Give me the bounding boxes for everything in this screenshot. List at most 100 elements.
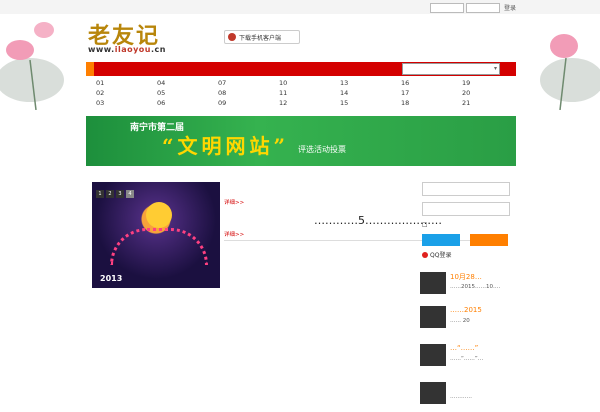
thumb-image[interactable] — [420, 344, 446, 366]
menu-item-number: 05 — [157, 89, 166, 97]
list-item[interactable] — [224, 242, 324, 253]
list-item[interactable] — [224, 264, 324, 275]
nav-bar: ▾ — [86, 62, 516, 76]
thumb-title[interactable]: …“……” — [450, 344, 478, 352]
menu-item[interactable]: 21 — [462, 99, 472, 107]
menu-item[interactable]: 11 — [279, 89, 289, 97]
image-slider[interactable]: 2013 1234 — [92, 182, 220, 288]
site-logo[interactable]: 老友记 www.ilaoyou.cn — [88, 18, 168, 58]
list-item[interactable] — [90, 361, 220, 372]
menu-item-number: 06 — [157, 99, 166, 107]
menu-item[interactable]: 07 — [218, 79, 228, 87]
list-item[interactable] — [224, 286, 324, 297]
menu-item-number: 04 — [157, 79, 166, 87]
lotus-decoration-left — [0, 22, 64, 110]
menu-item[interactable]: 03 — [96, 99, 106, 107]
list-item[interactable] — [90, 350, 220, 361]
menu-item[interactable]: 13 — [340, 79, 350, 87]
menu-item-number: 21 — [462, 99, 471, 107]
password-input[interactable] — [466, 3, 500, 13]
list-item[interactable] — [90, 372, 220, 383]
list-item[interactable] — [224, 308, 324, 319]
menu-item[interactable]: 10 — [279, 79, 289, 87]
menu-item[interactable]: 19 — [462, 79, 472, 87]
right-username-input[interactable] — [422, 182, 510, 196]
promo-banner[interactable]: 南宁市第二届 “文明网站” 评选活动投票 — [86, 116, 516, 166]
list-item[interactable] — [224, 319, 324, 330]
list-item[interactable] — [224, 330, 324, 341]
menu-item[interactable]: 15 — [340, 99, 350, 107]
menu-item[interactable]: 17 — [401, 89, 411, 97]
slider-page-button[interactable]: 1 — [96, 190, 104, 198]
thumb-news-item[interactable]: …“……” ……“……”… — [420, 344, 600, 374]
thumb-news-item[interactable]: ………… — [420, 382, 600, 412]
slider-page-button[interactable]: 2 — [106, 190, 114, 198]
slider-page-button[interactable]: 3 — [116, 190, 124, 198]
register-button[interactable] — [470, 234, 508, 246]
slider-year: 2013 — [100, 274, 123, 283]
lantern-image — [146, 202, 172, 228]
remember-checkbox[interactable]: ☐ — [422, 222, 427, 229]
thumb-image[interactable] — [420, 382, 446, 404]
menu-item-number: 14 — [340, 89, 349, 97]
news-top-more-link[interactable]: 详细>> — [224, 200, 244, 206]
qq-icon — [422, 251, 428, 258]
menu-item[interactable]: 05 — [157, 89, 167, 97]
logo-url: www.ilaoyou.cn — [88, 45, 166, 54]
news-sub-more-link[interactable]: 详细>> — [224, 232, 244, 238]
thumb-news-item[interactable]: 10月28… ……2015……10……28 — [420, 272, 600, 302]
thumb-image[interactable] — [420, 272, 446, 294]
apple-icon — [228, 33, 236, 41]
mid-news-list — [224, 242, 324, 341]
list-item[interactable] — [224, 253, 324, 264]
thumb-image[interactable] — [420, 306, 446, 328]
username-input[interactable] — [430, 3, 464, 13]
menu-item[interactable]: 20 — [462, 89, 472, 97]
menu-item[interactable]: 04 — [157, 79, 167, 87]
menu-item[interactable]: 12 — [279, 99, 289, 107]
menu-item[interactable]: 01 — [96, 79, 106, 87]
menu-item-number: 13 — [340, 79, 349, 87]
download-app-button[interactable]: 下载手机客户端 — [224, 30, 300, 44]
menu-item[interactable]: 18 — [401, 99, 411, 107]
download-app-label: 下载手机客户端 — [239, 34, 282, 42]
right-password-input[interactable] — [422, 202, 510, 216]
category-menu: 01 02 03 04 05 06 07 08 09 10 11 12 13 14 15 16 17 18 19 20… — [86, 76, 516, 110]
menu-item-number: 01 — [96, 79, 105, 87]
login-link[interactable]: 登录 — [504, 3, 516, 12]
menu-item[interactable]: 16 — [401, 79, 411, 87]
thumb-news-item[interactable]: ……2015 …… 20 — [420, 306, 600, 336]
list-item[interactable] — [90, 383, 220, 394]
menu-item-number: 19 — [462, 79, 471, 87]
menu-item[interactable]: 02 — [96, 89, 106, 97]
login-button[interactable] — [422, 234, 460, 246]
nav-select[interactable]: ▾ — [402, 63, 500, 75]
menu-item[interactable]: 06 — [157, 99, 167, 107]
list-item[interactable] — [90, 317, 220, 328]
chevron-down-icon: ▾ — [493, 65, 497, 72]
menu-item-number: 10 — [279, 79, 288, 87]
menu-item-number: 18 — [401, 99, 410, 107]
menu-item-number: 09 — [218, 99, 227, 107]
thumb-title[interactable]: 10月28… — [450, 272, 482, 282]
list-item[interactable] — [224, 275, 324, 286]
menu-item[interactable]: 08 — [218, 89, 228, 97]
menu-item[interactable]: 09 — [218, 99, 228, 107]
thumb-desc: …… 20 — [450, 318, 470, 324]
list-item[interactable] — [90, 339, 220, 350]
qq-login-link[interactable]: QQ登录 — [422, 250, 451, 259]
top-bar: 登录 — [0, 0, 600, 14]
menu-item-number: 17 — [401, 89, 410, 97]
thumb-title[interactable]: ……2015 — [450, 306, 482, 314]
list-item[interactable] — [90, 306, 220, 317]
arch-image — [110, 228, 208, 265]
menu-item-number: 03 — [96, 99, 105, 107]
banner-sub-text: 评选活动投票 — [298, 145, 346, 154]
nav-accent — [86, 62, 94, 76]
menu-item-number: 07 — [218, 79, 227, 87]
menu-item[interactable]: 14 — [340, 89, 350, 97]
list-item[interactable] — [224, 297, 324, 308]
menu-item-number: 02 — [96, 89, 105, 97]
slider-page-button[interactable]: 4 — [126, 190, 134, 198]
list-item[interactable] — [90, 328, 220, 339]
